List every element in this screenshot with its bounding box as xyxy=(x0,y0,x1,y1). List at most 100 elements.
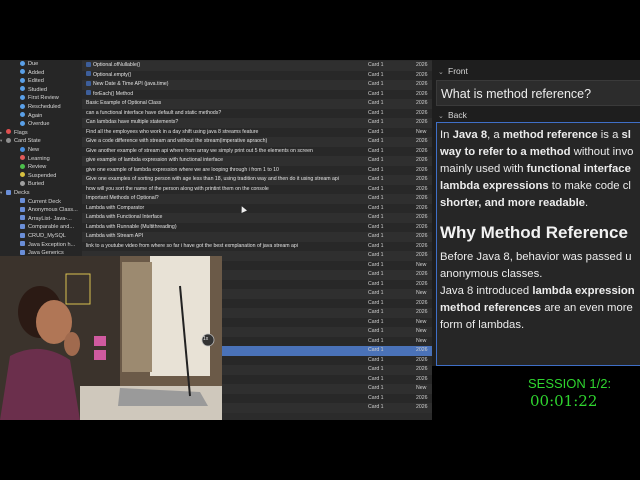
sidebar-item[interactable]: ▾ Card State xyxy=(0,137,41,146)
back-field-input[interactable]: In Java 8, a method reference is a sl wa… xyxy=(436,122,640,366)
due-cell: 2026 xyxy=(416,62,428,68)
sidebar-item[interactable]: Overdue xyxy=(14,120,49,129)
back-field-label[interactable]: ⌄ Back xyxy=(438,110,467,120)
due-cell: 2026 xyxy=(416,185,428,192)
expand-caret-icon[interactable]: ▾ xyxy=(0,189,5,198)
sidebar-item[interactable]: Edited xyxy=(14,77,44,86)
sidebar-item[interactable]: Java Exception h... xyxy=(14,241,75,250)
due-cell: 2026 xyxy=(416,223,428,230)
due-cell: 2026 xyxy=(416,214,428,220)
sidebar-item[interactable]: Suspended xyxy=(14,172,56,181)
table-row[interactable]: Optional.ofNullable() Card 1 2026 xyxy=(82,61,432,71)
table-row[interactable]: forEach() Method Card 1 2026 xyxy=(82,89,432,100)
playback-speed-badge[interactable]: 1x xyxy=(203,336,208,342)
sort-field-cell: how will you sort the name of the person… xyxy=(86,185,362,195)
sidebar-item[interactable]: Again xyxy=(14,112,42,121)
sidebar-item[interactable]: First Review xyxy=(14,94,59,103)
due-cell: 2026 xyxy=(416,394,428,401)
back-paragraph-1: In Java 8, a method reference is a sl wa… xyxy=(440,129,634,209)
sidebar-item[interactable]: Studied xyxy=(14,86,47,95)
table-row[interactable]: Important Methods of Optional? Card 1 2026 xyxy=(82,194,432,204)
session-timer: 00:01:22 xyxy=(530,392,598,410)
sort-field-text: Give one examples of sorting person with… xyxy=(86,176,339,182)
sidebar-item-label: Anonymous Class... xyxy=(28,207,78,214)
due-cell: 2026 xyxy=(416,309,428,315)
sort-field-cell: Lambda with Stream API xyxy=(86,232,362,242)
sidebar-item[interactable]: Added xyxy=(14,69,44,78)
card-type-cell: Card 1 xyxy=(368,138,384,144)
sort-field-text: Optional.ofNullable() xyxy=(93,62,141,68)
card-type-cell: Card 1 xyxy=(368,157,384,163)
table-row[interactable]: can a functional interface have default … xyxy=(82,108,432,118)
table-row[interactable]: how will you sort the name of the person… xyxy=(82,184,432,195)
due-cell: 2026 xyxy=(416,204,428,211)
table-row[interactable]: Give one examples of sorting person with… xyxy=(82,175,432,185)
sidebar-item[interactable]: Review xyxy=(14,163,46,172)
due-cell: New xyxy=(416,328,427,334)
sidebar-item[interactable]: ▾ Decks xyxy=(0,189,30,198)
sidebar-item[interactable]: Due xyxy=(14,60,38,69)
sort-field-cell: forEach() Method xyxy=(86,90,362,100)
sidebar-item-label: Review xyxy=(28,164,47,171)
table-row[interactable]: Give a code difference with stream and w… xyxy=(82,137,432,147)
table-row[interactable]: Lambda with Runnable (Multithreading) Car… xyxy=(82,222,432,232)
sidebar-item[interactable]: Rescheduled xyxy=(14,103,61,112)
due-cell: 2026 xyxy=(416,90,428,97)
table-row[interactable]: give example of lambda expression with f… xyxy=(82,156,432,166)
sidebar-item[interactable]: Comparable and... xyxy=(14,223,74,232)
expand-caret-icon[interactable]: ▸ xyxy=(0,129,5,138)
table-row[interactable]: Lambda with Comparator Card 1 2026 xyxy=(82,203,432,213)
sort-field-text: link to a youtube video from where so fa… xyxy=(86,242,298,249)
card-type-cell: Card 1 xyxy=(368,328,384,334)
back-heading: Why Method Reference xyxy=(440,223,628,242)
due-cell: 2026 xyxy=(416,252,428,258)
table-row[interactable]: Give another example of stream api where… xyxy=(82,146,432,157)
card-type-cell: Card 1 xyxy=(368,81,384,87)
filter-icon xyxy=(20,120,25,126)
front-field-label[interactable]: ⌄ Front xyxy=(438,66,468,76)
expand-caret-icon[interactable]: ▾ xyxy=(0,137,5,146)
card-type-cell: Card 1 xyxy=(368,404,384,410)
deck-icon xyxy=(20,198,25,204)
card-type-cell: Card 1 xyxy=(368,261,384,268)
sidebar-item[interactable]: ▸ Flags xyxy=(0,129,28,138)
sort-field-cell: Can lambdas have multiple statements? xyxy=(86,118,362,128)
sidebar-item[interactable]: Anonymous Class... xyxy=(14,206,78,215)
table-row[interactable]: Lambda with Functional Interface Card 1 20… xyxy=(82,213,432,223)
sidebar-item[interactable]: New xyxy=(14,146,39,155)
front-field-value: What is method reference? xyxy=(441,87,592,101)
table-row[interactable]: Optional.empty() Card 1 2026 xyxy=(82,70,432,80)
sidebar-item-label: Buried xyxy=(28,181,45,188)
table-row[interactable]: give one example of lambda expression wh… xyxy=(82,165,432,175)
sidebar-item-label: First Review xyxy=(28,95,59,102)
sort-field-cell: Give another example of stream api where… xyxy=(86,147,362,157)
sidebar-item[interactable]: Buried xyxy=(14,180,44,189)
card-type-cell: Card 1 xyxy=(368,195,384,201)
card-type-cell: Card 1 xyxy=(368,337,384,344)
sidebar-item[interactable]: ArrayList- Java-... xyxy=(14,215,72,224)
sidebar-item[interactable]: Learning xyxy=(14,155,50,164)
due-cell: New xyxy=(416,385,427,391)
webcam-scene xyxy=(0,256,222,420)
sidebar-item[interactable]: CRUD_MySQL xyxy=(14,232,66,241)
sort-field-cell: give example of lambda expression with f… xyxy=(86,156,362,166)
front-field-input[interactable]: What is method reference? xyxy=(436,80,640,106)
table-row[interactable]: Find all the employees who work in a day… xyxy=(82,127,432,137)
card-type-cell: Card 1 xyxy=(368,385,384,391)
sidebar-item-label: Suspended xyxy=(28,172,57,179)
deck-icon xyxy=(20,249,25,255)
card-type-cell: Card 1 xyxy=(368,214,384,220)
sort-field-text: give one example of lambda expression wh… xyxy=(86,166,279,173)
note-editor[interactable]: ⌄ Front What is method reference? ⌄ Back I… xyxy=(432,60,640,366)
sidebar-item[interactable]: Current Deck xyxy=(14,198,61,207)
table-row[interactable]: Can lambdas have multiple statements? Car… xyxy=(82,118,432,128)
due-cell: 2026 xyxy=(416,71,428,78)
filter-icon xyxy=(20,60,25,66)
card-type-cell: Card 1 xyxy=(368,62,384,68)
table-row[interactable]: New Date & Time API (java.time) Card 1 202… xyxy=(82,80,432,90)
webcam-overlay: 1x xyxy=(0,256,222,420)
table-row[interactable]: link to a youtube video from where so fa… xyxy=(82,241,432,251)
sidebar-item-label: Added xyxy=(28,69,45,76)
table-row[interactable]: Basic Example of Optional Class Card 1 202… xyxy=(82,99,432,109)
table-row[interactable]: Lambda with Stream API Card 1 2026 xyxy=(82,232,432,242)
